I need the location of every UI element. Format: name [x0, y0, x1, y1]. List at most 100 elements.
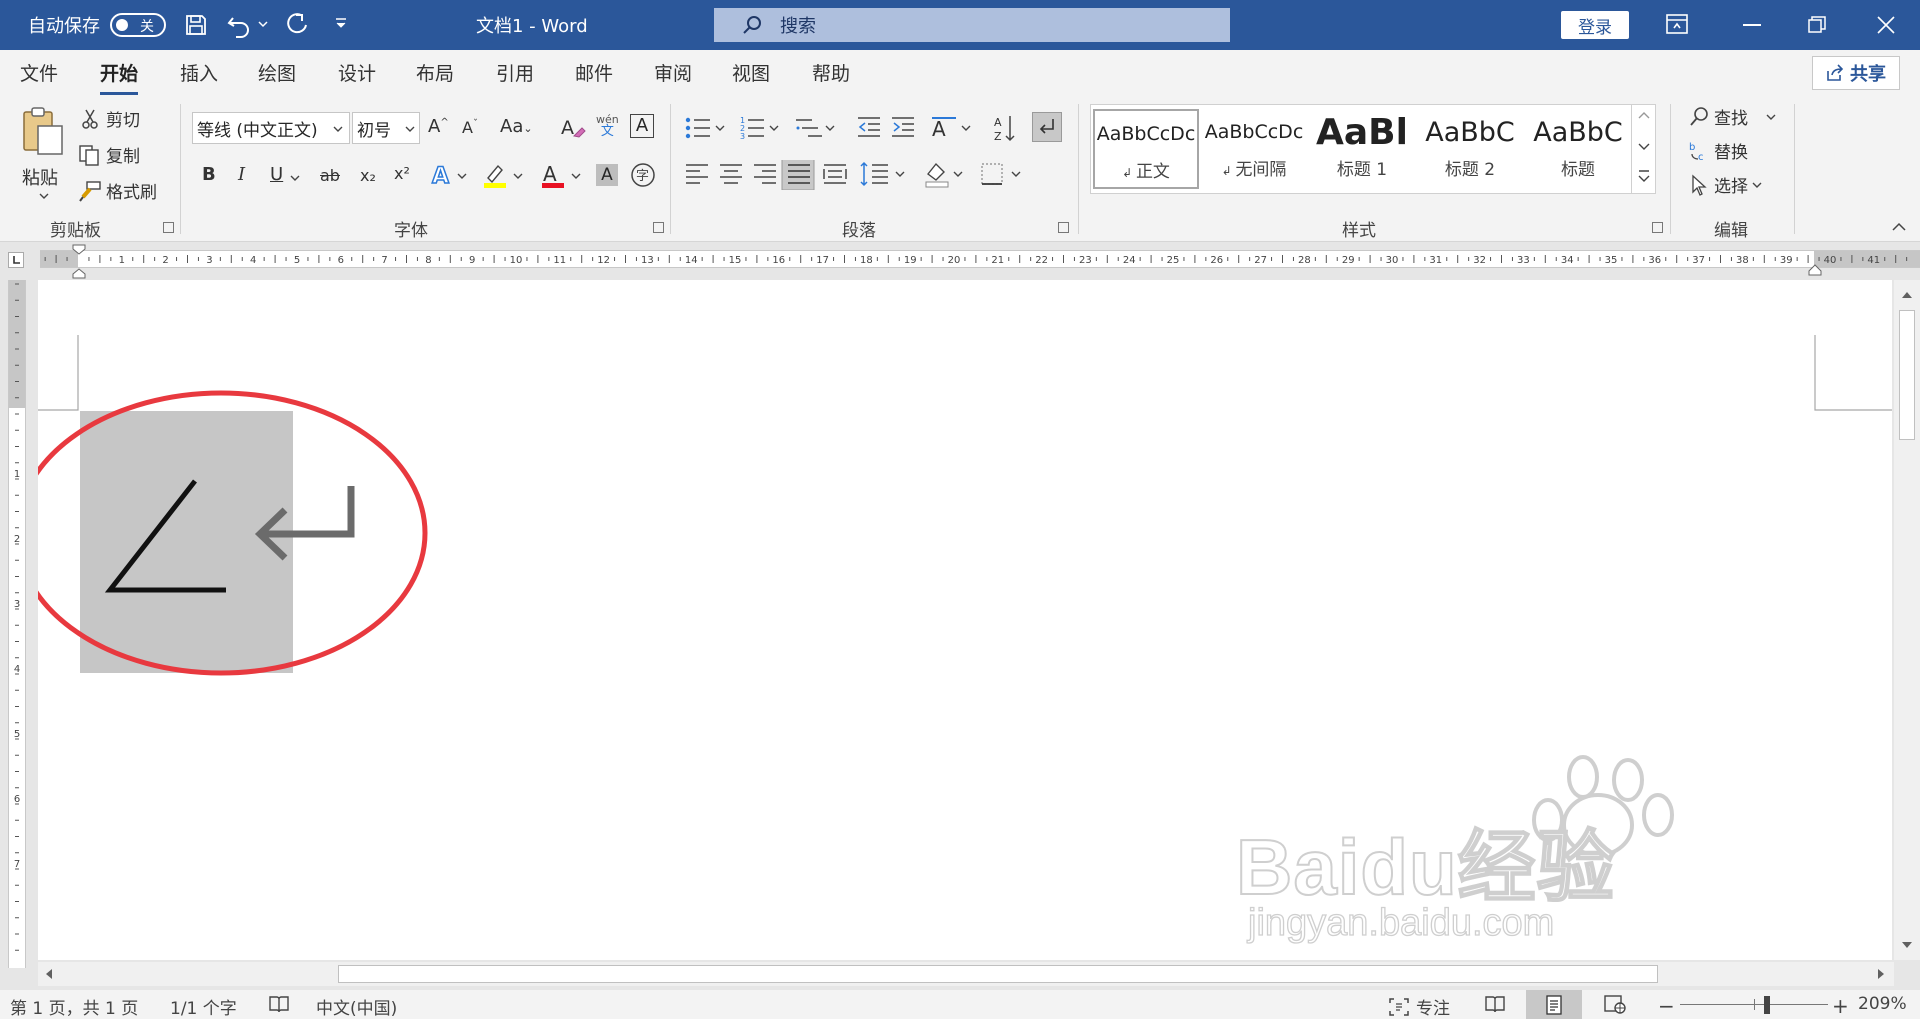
superscript-button[interactable]: x²: [394, 164, 410, 183]
clipboard-launcher-icon[interactable]: [163, 222, 174, 233]
underline-dropdown-icon[interactable]: [290, 174, 300, 182]
replace-button[interactable]: b c 替换: [1688, 138, 1748, 164]
paste-dropdown-icon[interactable]: [39, 192, 49, 200]
margin-corner-marks: [38, 335, 1892, 411]
scroll-down-icon[interactable]: [1901, 940, 1913, 950]
scroll-up-icon[interactable]: [1901, 290, 1913, 300]
minimize-icon[interactable]: [1743, 24, 1761, 26]
tab-home[interactable]: 开始: [100, 59, 139, 95]
document-page[interactable]: Baidu经验 jingyan.baidu.com: [38, 280, 1892, 960]
font-launcher-icon[interactable]: [653, 222, 664, 233]
customize-qat-icon[interactable]: [334, 17, 348, 31]
collapse-ribbon-icon[interactable]: [1892, 222, 1906, 232]
undo-dropdown-icon[interactable]: [258, 20, 268, 28]
redo-icon[interactable]: [284, 12, 310, 38]
focus-mode-button[interactable]: 专注: [1388, 994, 1450, 1019]
tab-view[interactable]: 视图: [732, 59, 770, 86]
style-heading-2[interactable]: AaBbC 标题 2: [1417, 109, 1523, 189]
language[interactable]: 中文(中国): [316, 994, 397, 1019]
select-button[interactable]: 选择: [1688, 172, 1762, 197]
shrink-font-icon[interactable]: Aˇ: [462, 118, 478, 137]
font-color-icon[interactable]: A: [540, 162, 584, 190]
font-size-value: 初号: [357, 120, 391, 141]
horizontal-scrollbar[interactable]: [38, 962, 1894, 986]
clear-formatting-icon[interactable]: A: [560, 116, 586, 140]
style-heading-1[interactable]: AaBl 标题 1: [1309, 109, 1415, 189]
change-case-button[interactable]: Aa⌄: [500, 116, 533, 137]
page-count[interactable]: 第 1 页，共 1 页: [10, 994, 138, 1019]
format-painter-button[interactable]: 格式刷: [78, 178, 157, 203]
ruler-label: 31: [1429, 255, 1442, 266]
share-button[interactable]: 共享: [1812, 56, 1900, 90]
cut-button[interactable]: 剪切: [80, 106, 140, 131]
gallery-down-icon[interactable]: [1638, 141, 1650, 151]
character-border-icon[interactable]: A: [630, 114, 654, 138]
increase-indent-icon: [892, 117, 914, 137]
horizontal-scroll-thumb[interactable]: [338, 965, 1658, 983]
tab-layout[interactable]: 布局: [416, 59, 454, 86]
italic-button[interactable]: I: [238, 164, 245, 185]
proofing-icon[interactable]: [268, 994, 290, 1014]
read-mode-icon[interactable]: [1484, 994, 1506, 1014]
ruler-label: 33: [1517, 255, 1530, 266]
tab-help[interactable]: 帮助: [812, 59, 850, 86]
undo-icon[interactable]: [226, 12, 252, 38]
tab-mailings[interactable]: 邮件: [575, 59, 613, 86]
close-icon[interactable]: [1876, 15, 1896, 35]
tab-file[interactable]: 文件: [20, 59, 58, 86]
autosave-toggle[interactable]: 关: [110, 13, 166, 37]
zoom-out-button[interactable]: −: [1658, 994, 1675, 1018]
tab-insert[interactable]: 插入: [180, 59, 218, 86]
grow-font-icon[interactable]: A^: [428, 116, 449, 137]
zoom-slider-thumb[interactable]: [1764, 996, 1770, 1014]
gallery-more-icon[interactable]: [1638, 169, 1650, 183]
copy-button[interactable]: 复制: [78, 142, 140, 167]
bold-button[interactable]: B: [202, 164, 216, 185]
paste-button[interactable]: 粘贴: [20, 106, 70, 202]
paragraph-launcher-icon[interactable]: [1058, 222, 1069, 233]
phonetic-guide-button[interactable]: wén 文: [596, 114, 619, 139]
character-shading-icon[interactable]: A: [596, 164, 618, 186]
restore-icon[interactable]: [1808, 16, 1826, 34]
find-button[interactable]: 查找: [1688, 104, 1776, 129]
font-size-select[interactable]: 初号: [352, 112, 420, 144]
login-button[interactable]: 登录: [1561, 11, 1629, 39]
ribbon-display-options-icon[interactable]: [1666, 14, 1688, 34]
highlight-color-icon[interactable]: [482, 162, 526, 190]
font-name-select[interactable]: 等线 (中文正文): [192, 112, 350, 144]
tab-review[interactable]: 审阅: [654, 59, 692, 86]
paragraph-controls-row2: [684, 160, 1044, 190]
show-paragraph-marks-button[interactable]: [1032, 112, 1062, 142]
style-normal[interactable]: AaBbCcDc ↲ 正文: [1093, 109, 1199, 189]
search-box[interactable]: 搜索: [714, 8, 1230, 42]
vertical-scrollbar[interactable]: [1894, 280, 1920, 960]
strikethrough-button[interactable]: ab: [320, 166, 340, 185]
font-group-label: 字体: [394, 221, 428, 241]
underline-button[interactable]: U: [270, 164, 283, 185]
word-count[interactable]: 1/1 个字: [170, 994, 237, 1019]
ruler-label: 12: [597, 255, 610, 266]
text-effects-icon[interactable]: A: [430, 162, 470, 188]
tab-references[interactable]: 引用: [496, 59, 534, 86]
zoom-in-button[interactable]: +: [1832, 994, 1849, 1018]
web-layout-icon[interactable]: [1604, 994, 1626, 1014]
style-no-spacing[interactable]: AaBbCcDc ↲ 无间隔: [1201, 109, 1307, 189]
tab-design[interactable]: 设计: [338, 59, 376, 86]
tab-selector[interactable]: [8, 252, 24, 268]
subscript-button[interactable]: x₂: [360, 166, 376, 185]
enclose-characters-icon[interactable]: 字: [630, 162, 656, 188]
bullets-icon: [685, 117, 725, 139]
style-title[interactable]: AaBbC 标题: [1525, 109, 1631, 189]
styles-launcher-icon[interactable]: [1652, 222, 1663, 233]
scroll-left-icon[interactable]: [44, 968, 54, 980]
vertical-scroll-thumb[interactable]: [1899, 310, 1915, 440]
print-layout-button[interactable]: [1526, 990, 1582, 1019]
right-indent-marker[interactable]: [1808, 264, 1822, 276]
zoom-level[interactable]: 209%: [1858, 994, 1907, 1014]
scroll-right-icon[interactable]: [1876, 968, 1886, 980]
first-line-indent-marker[interactable]: [72, 244, 86, 280]
gallery-up-icon[interactable]: [1638, 111, 1650, 121]
tab-draw[interactable]: 绘图: [258, 59, 296, 86]
ruler-label: 9: [469, 255, 475, 266]
save-icon[interactable]: [184, 13, 208, 37]
